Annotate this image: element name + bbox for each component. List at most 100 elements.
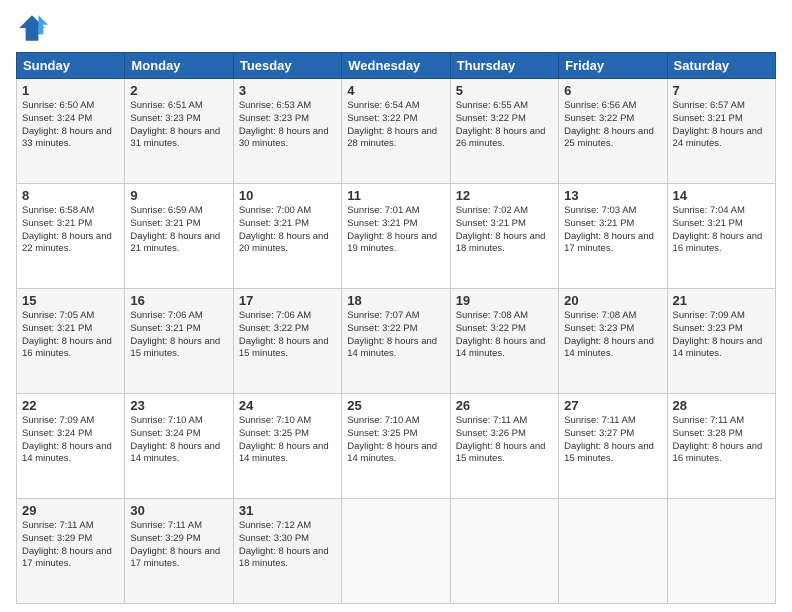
day-number: 2 bbox=[130, 83, 227, 98]
calendar-cell: 11 Sunrise: 7:01 AMSunset: 3:21 PMDayligh… bbox=[342, 184, 450, 289]
calendar-cell bbox=[667, 499, 775, 604]
cell-info: Sunrise: 7:01 AMSunset: 3:21 PMDaylight:… bbox=[347, 205, 437, 254]
calendar-cell: 30Sunrise: 7:11 AMSunset: 3:29 PMDayligh… bbox=[125, 499, 233, 604]
day-number: 21 bbox=[673, 293, 770, 308]
week-row-1: 1 Sunrise: 6:50 AMSunset: 3:24 PMDaylight… bbox=[17, 79, 776, 184]
calendar-cell: 1 Sunrise: 6:50 AMSunset: 3:24 PMDaylight… bbox=[17, 79, 125, 184]
calendar-cell: 24 Sunrise: 7:10 AMSunset: 3:25 PMDayligh… bbox=[233, 394, 341, 499]
cell-info: Sunrise: 7:08 AMSunset: 3:22 PMDaylight:… bbox=[456, 310, 546, 359]
cell-info: Sunrise: 7:07 AMSunset: 3:22 PMDaylight:… bbox=[347, 310, 437, 359]
calendar-cell bbox=[559, 499, 667, 604]
calendar-cell: 19 Sunrise: 7:08 AMSunset: 3:22 PMDayligh… bbox=[450, 289, 558, 394]
day-number: 3 bbox=[239, 83, 336, 98]
calendar-cell: 26Sunrise: 7:11 AMSunset: 3:26 PMDayligh… bbox=[450, 394, 558, 499]
calendar-cell: 14 Sunrise: 7:04 AMSunset: 3:21 PMDayligh… bbox=[667, 184, 775, 289]
calendar-table: SundayMondayTuesdayWednesdayThursdayFrid… bbox=[16, 52, 776, 604]
col-header-saturday: Saturday bbox=[667, 53, 775, 79]
cell-info: Sunrise: 7:09 AMSunset: 3:24 PMDaylight:… bbox=[22, 415, 112, 464]
cell-info: Sunrise: 7:11 AMSunset: 3:28 PMDaylight:… bbox=[673, 415, 763, 464]
column-headers: SundayMondayTuesdayWednesdayThursdayFrid… bbox=[17, 53, 776, 79]
day-number: 9 bbox=[130, 188, 227, 203]
day-number: 19 bbox=[456, 293, 553, 308]
calendar-cell bbox=[342, 499, 450, 604]
cell-info: Sunrise: 7:06 AMSunset: 3:21 PMDaylight:… bbox=[130, 310, 220, 359]
day-number: 1 bbox=[22, 83, 119, 98]
week-row-3: 15 Sunrise: 7:05 AMSunset: 3:21 PMDayligh… bbox=[17, 289, 776, 394]
day-number: 27 bbox=[564, 398, 661, 413]
header bbox=[16, 12, 776, 44]
cell-info: Sunrise: 7:03 AMSunset: 3:21 PMDaylight:… bbox=[564, 205, 654, 254]
day-number: 5 bbox=[456, 83, 553, 98]
calendar-cell: 23 Sunrise: 7:10 AMSunset: 3:24 PMDayligh… bbox=[125, 394, 233, 499]
day-number: 31 bbox=[239, 503, 336, 518]
calendar-cell: 15 Sunrise: 7:05 AMSunset: 3:21 PMDayligh… bbox=[17, 289, 125, 394]
day-number: 10 bbox=[239, 188, 336, 203]
calendar-cell: 4 Sunrise: 6:54 AMSunset: 3:22 PMDaylight… bbox=[342, 79, 450, 184]
col-header-sunday: Sunday bbox=[17, 53, 125, 79]
cell-info: Sunrise: 7:12 AMSunset: 3:30 PMDaylight:… bbox=[239, 520, 329, 569]
calendar-cell: 2Sunrise: 6:51 AMSunset: 3:23 PMDaylight… bbox=[125, 79, 233, 184]
week-row-4: 22 Sunrise: 7:09 AMSunset: 3:24 PMDayligh… bbox=[17, 394, 776, 499]
cell-info: Sunrise: 7:04 AMSunset: 3:21 PMDaylight:… bbox=[673, 205, 763, 254]
calendar-cell: 3 Sunrise: 6:53 AMSunset: 3:23 PMDaylight… bbox=[233, 79, 341, 184]
day-number: 23 bbox=[130, 398, 227, 413]
cell-info: Sunrise: 7:02 AMSunset: 3:21 PMDaylight:… bbox=[456, 205, 546, 254]
day-number: 17 bbox=[239, 293, 336, 308]
day-number: 11 bbox=[347, 188, 444, 203]
day-number: 29 bbox=[22, 503, 119, 518]
cell-info: Sunrise: 7:10 AMSunset: 3:25 PMDaylight:… bbox=[239, 415, 329, 464]
col-header-tuesday: Tuesday bbox=[233, 53, 341, 79]
calendar-cell: 29Sunrise: 7:11 AMSunset: 3:29 PMDayligh… bbox=[17, 499, 125, 604]
cell-info: Sunrise: 6:57 AMSunset: 3:21 PMDaylight:… bbox=[673, 100, 763, 149]
logo-icon bbox=[16, 12, 48, 44]
calendar-cell: 13 Sunrise: 7:03 AMSunset: 3:21 PMDayligh… bbox=[559, 184, 667, 289]
calendar-cell: 18 Sunrise: 7:07 AMSunset: 3:22 PMDayligh… bbox=[342, 289, 450, 394]
page: SundayMondayTuesdayWednesdayThursdayFrid… bbox=[0, 0, 792, 612]
calendar-cell: 12 Sunrise: 7:02 AMSunset: 3:21 PMDayligh… bbox=[450, 184, 558, 289]
calendar-cell: 17 Sunrise: 7:06 AMSunset: 3:22 PMDayligh… bbox=[233, 289, 341, 394]
calendar-cell: 22 Sunrise: 7:09 AMSunset: 3:24 PMDayligh… bbox=[17, 394, 125, 499]
calendar-cell: 10 Sunrise: 7:00 AMSunset: 3:21 PMDayligh… bbox=[233, 184, 341, 289]
day-number: 8 bbox=[22, 188, 119, 203]
week-row-2: 8Sunrise: 6:58 AMSunset: 3:21 PMDaylight… bbox=[17, 184, 776, 289]
calendar-cell: 25Sunrise: 7:10 AMSunset: 3:25 PMDayligh… bbox=[342, 394, 450, 499]
day-number: 16 bbox=[130, 293, 227, 308]
week-row-5: 29 Sunrise: 7:11 AMSunset: 3:29 PMDayligh… bbox=[17, 499, 776, 604]
calendar-cell: 5 Sunrise: 6:55 AMSunset: 3:22 PMDaylight… bbox=[450, 79, 558, 184]
day-number: 28 bbox=[673, 398, 770, 413]
col-header-thursday: Thursday bbox=[450, 53, 558, 79]
cell-info: Sunrise: 6:55 AMSunset: 3:22 PMDaylight:… bbox=[456, 100, 546, 149]
day-number: 12 bbox=[456, 188, 553, 203]
day-number: 13 bbox=[564, 188, 661, 203]
day-number: 4 bbox=[347, 83, 444, 98]
cell-info: Sunrise: 7:00 AMSunset: 3:21 PMDaylight:… bbox=[239, 205, 329, 254]
day-number: 26 bbox=[456, 398, 553, 413]
cell-info: Sunrise: 7:10 AMSunset: 3:24 PMDaylight:… bbox=[130, 415, 220, 464]
cell-info: Sunrise: 7:10 AMSunset: 3:25 PMDaylight:… bbox=[347, 415, 437, 464]
day-number: 14 bbox=[673, 188, 770, 203]
day-number: 15 bbox=[22, 293, 119, 308]
cell-info: Sunrise: 7:09 AMSunset: 3:23 PMDaylight:… bbox=[673, 310, 763, 359]
cell-info: Sunrise: 7:11 AMSunset: 3:27 PMDaylight:… bbox=[564, 415, 654, 464]
cell-info: Sunrise: 6:54 AMSunset: 3:22 PMDaylight:… bbox=[347, 100, 437, 149]
calendar-cell: 16 Sunrise: 7:06 AMSunset: 3:21 PMDayligh… bbox=[125, 289, 233, 394]
calendar-cell: 31 Sunrise: 7:12 AMSunset: 3:30 PMDayligh… bbox=[233, 499, 341, 604]
day-number: 24 bbox=[239, 398, 336, 413]
cell-info: Sunrise: 6:59 AMSunset: 3:21 PMDaylight:… bbox=[130, 205, 220, 254]
cell-info: Sunrise: 6:53 AMSunset: 3:23 PMDaylight:… bbox=[239, 100, 329, 149]
cell-info: Sunrise: 7:06 AMSunset: 3:22 PMDaylight:… bbox=[239, 310, 329, 359]
day-number: 22 bbox=[22, 398, 119, 413]
col-header-wednesday: Wednesday bbox=[342, 53, 450, 79]
cell-info: Sunrise: 7:11 AMSunset: 3:29 PMDaylight:… bbox=[130, 520, 220, 569]
cell-info: Sunrise: 7:05 AMSunset: 3:21 PMDaylight:… bbox=[22, 310, 112, 359]
calendar-cell: 8Sunrise: 6:58 AMSunset: 3:21 PMDaylight… bbox=[17, 184, 125, 289]
calendar-cell: 7 Sunrise: 6:57 AMSunset: 3:21 PMDaylight… bbox=[667, 79, 775, 184]
cell-info: Sunrise: 7:08 AMSunset: 3:23 PMDaylight:… bbox=[564, 310, 654, 359]
day-number: 18 bbox=[347, 293, 444, 308]
day-number: 7 bbox=[673, 83, 770, 98]
col-header-monday: Monday bbox=[125, 53, 233, 79]
day-number: 20 bbox=[564, 293, 661, 308]
cell-info: Sunrise: 6:50 AMSunset: 3:24 PMDaylight:… bbox=[22, 100, 112, 149]
calendar-body: 1 Sunrise: 6:50 AMSunset: 3:24 PMDaylight… bbox=[17, 79, 776, 604]
cell-info: Sunrise: 6:56 AMSunset: 3:22 PMDaylight:… bbox=[564, 100, 654, 149]
